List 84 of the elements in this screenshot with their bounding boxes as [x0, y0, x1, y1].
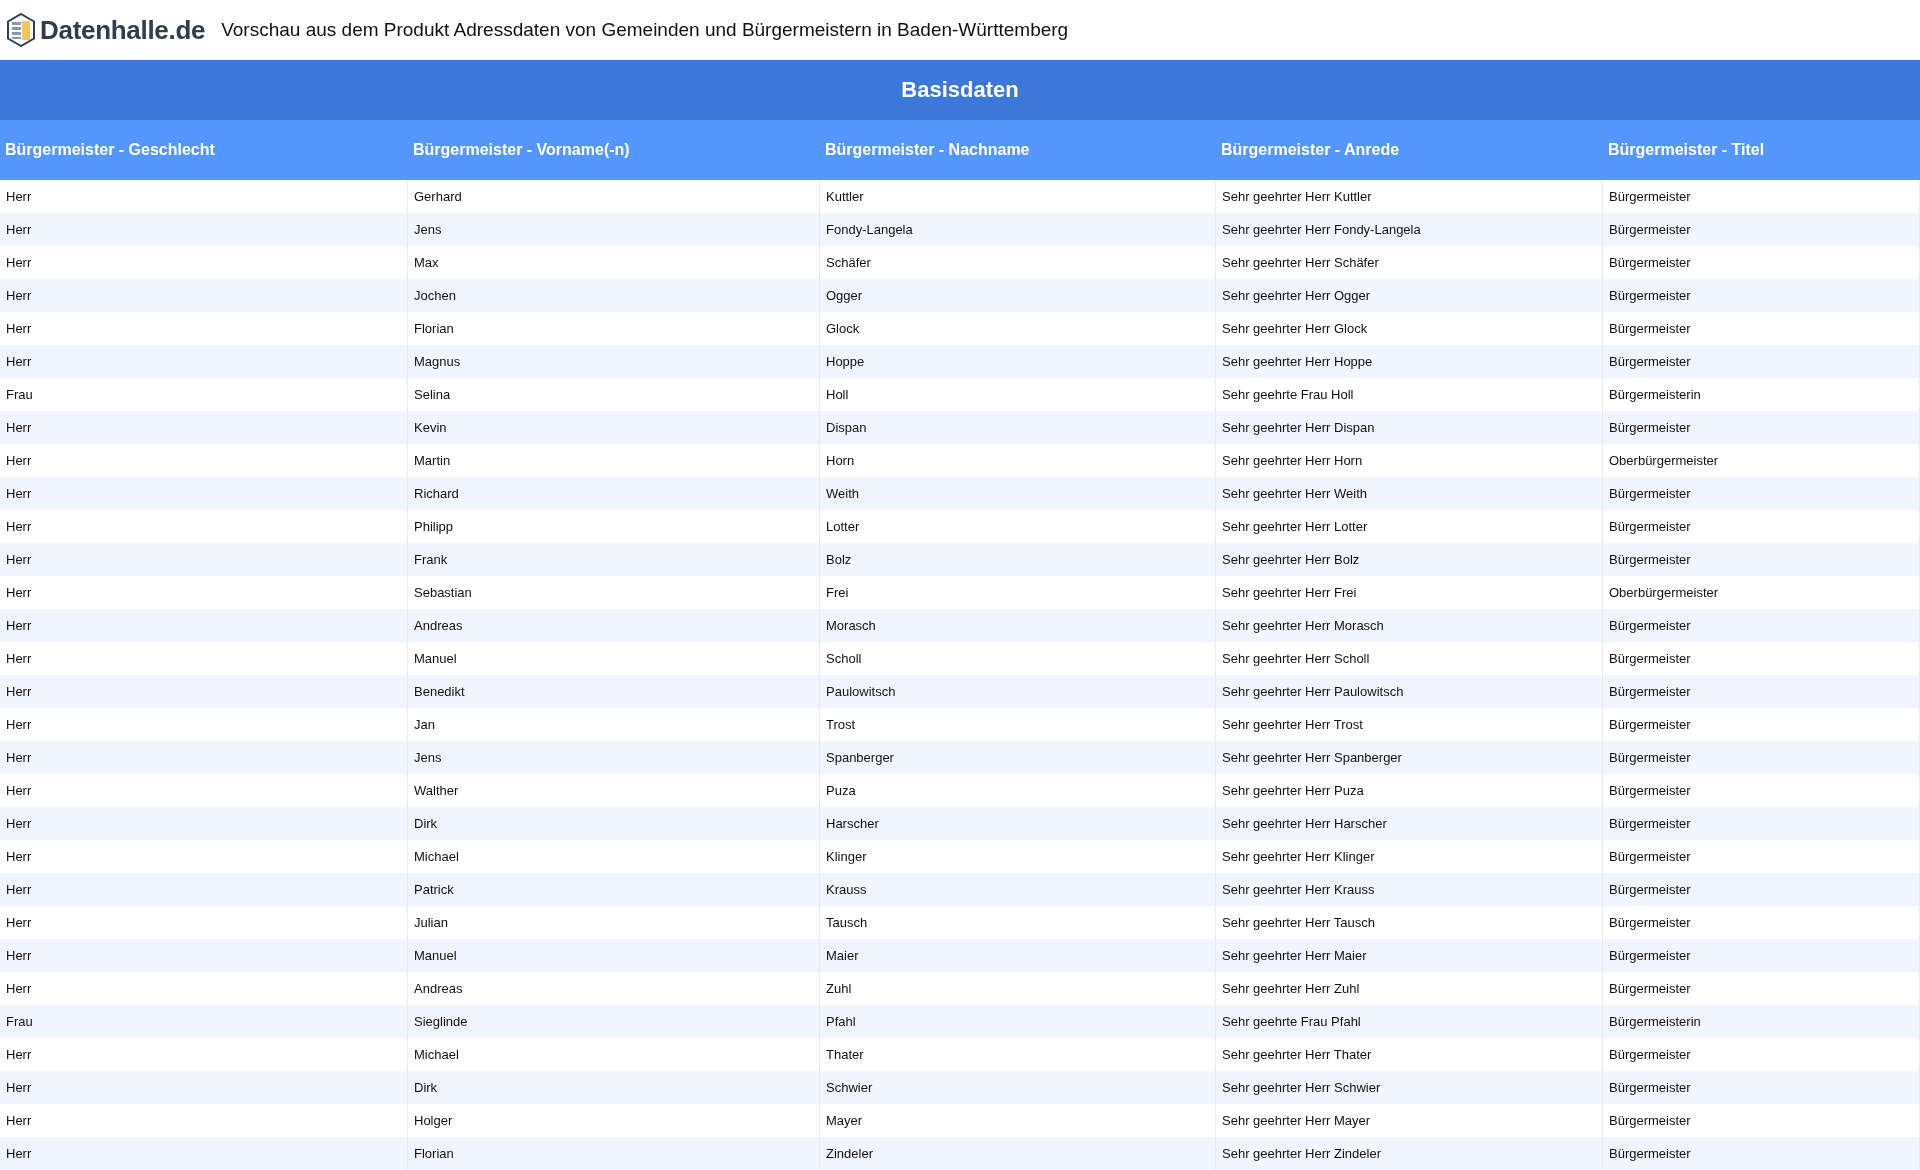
- table-cell: Bürgermeisterin: [1603, 1005, 1920, 1038]
- table-cell: Magnus: [408, 345, 820, 378]
- table-cell: Bürgermeister: [1603, 609, 1920, 642]
- table-cell: Sehr geehrter Herr Weith: [1216, 477, 1603, 510]
- table-cell: Ogger: [820, 279, 1216, 312]
- table-cell: Herr: [0, 873, 408, 906]
- table-cell: Bürgermeister: [1603, 1071, 1920, 1104]
- column-header: Bürgermeister - Anrede: [1216, 120, 1603, 180]
- table-cell: Florian: [408, 1137, 820, 1170]
- table-cell: Zindeler: [820, 1137, 1216, 1170]
- table-cell: Weith: [820, 477, 1216, 510]
- table-cell: Patrick: [408, 873, 820, 906]
- table-cell: Harscher: [820, 807, 1216, 840]
- table-cell: Bürgermeister: [1603, 543, 1920, 576]
- table-cell: Bürgermeister: [1603, 279, 1920, 312]
- table-cell: Sieglinde: [408, 1005, 820, 1038]
- table-cell: Dirk: [408, 1071, 820, 1104]
- table-cell: Sehr geehrter Herr Ogger: [1216, 279, 1603, 312]
- table-cell: Sehr geehrter Herr Hoppe: [1216, 345, 1603, 378]
- table-cell: Sehr geehrter Herr Harscher: [1216, 807, 1603, 840]
- table-cell: Herr: [0, 543, 408, 576]
- table-cell: Herr: [0, 939, 408, 972]
- column-header: Bürgermeister - Vorname(-n): [408, 120, 820, 180]
- table-cell: Dispan: [820, 411, 1216, 444]
- table-cell: Bürgermeister: [1603, 345, 1920, 378]
- table-cell: Bürgermeister: [1603, 1137, 1920, 1170]
- table-cell: Fondy-Langela: [820, 213, 1216, 246]
- table-cell: Herr: [0, 411, 408, 444]
- table-cell: Pfahl: [820, 1005, 1216, 1038]
- table-cell: Sehr geehrter Herr Zindeler: [1216, 1137, 1603, 1170]
- table-cell: Bürgermeister: [1603, 411, 1920, 444]
- table-cell: Sehr geehrter Herr Krauss: [1216, 873, 1603, 906]
- table-cell: Manuel: [408, 939, 820, 972]
- table-cell: Hoppe: [820, 345, 1216, 378]
- page-title: Vorschau aus dem Produkt Adressdaten von Gemeinden und Bürgermeistern in Baden-Württemberg: [221, 19, 1069, 41]
- table-cell: Sehr geehrter Herr Spanberger: [1216, 741, 1603, 774]
- table-cell: Herr: [0, 741, 408, 774]
- table-cell: Jens: [408, 213, 820, 246]
- table-cell: Bürgermeister: [1603, 477, 1920, 510]
- table-cell: Bürgermeister: [1603, 741, 1920, 774]
- column-header: Bürgermeister - Geschlecht: [0, 120, 408, 180]
- table-cell: Schwier: [820, 1071, 1216, 1104]
- table-cell: Sehr geehrter Herr Bolz: [1216, 543, 1603, 576]
- table-caption: Basisdaten: [0, 60, 1920, 120]
- table-cell: Bürgermeister: [1603, 807, 1920, 840]
- table-cell: Sehr geehrter Herr Maier: [1216, 939, 1603, 972]
- table-cell: Krauss: [820, 873, 1216, 906]
- table-cell: Herr: [0, 609, 408, 642]
- table-cell: Bürgermeister: [1603, 675, 1920, 708]
- table-cell: Sehr geehrter Herr Schwier: [1216, 1071, 1603, 1104]
- table-cell: Bolz: [820, 543, 1216, 576]
- table-cell: Paulowitsch: [820, 675, 1216, 708]
- table-cell: Benedikt: [408, 675, 820, 708]
- table-cell: Sehr geehrter Herr Paulowitsch: [1216, 675, 1603, 708]
- table-cell: Bürgermeister: [1603, 873, 1920, 906]
- table-cell: Sehr geehrte Frau Pfahl: [1216, 1005, 1603, 1038]
- table-cell: Herr: [0, 477, 408, 510]
- logo-text[interactable]: Datenhalle.de: [40, 14, 206, 46]
- table-cell: Sehr geehrter Herr Morasch: [1216, 609, 1603, 642]
- table-cell: Frank: [408, 543, 820, 576]
- table-cell: Morasch: [820, 609, 1216, 642]
- table-cell: Frau: [0, 1005, 408, 1038]
- table-cell: Bürgermeister: [1603, 939, 1920, 972]
- table-cell: Herr: [0, 1071, 408, 1104]
- server-rack-logo-icon: [6, 13, 36, 47]
- table-cell: Herr: [0, 675, 408, 708]
- table-cell: Herr: [0, 279, 408, 312]
- table-cell: Sehr geehrter Herr Fondy-Langela: [1216, 213, 1603, 246]
- column-header: Bürgermeister - Titel: [1603, 120, 1920, 180]
- table-cell: Jochen: [408, 279, 820, 312]
- table-cell: Maier: [820, 939, 1216, 972]
- table-cell: Andreas: [408, 609, 820, 642]
- table-cell: Sehr geehrter Herr Dispan: [1216, 411, 1603, 444]
- table-cell: Dirk: [408, 807, 820, 840]
- table-cell: Herr: [0, 1137, 408, 1170]
- table-cell: Kevin: [408, 411, 820, 444]
- table-cell: Herr: [0, 345, 408, 378]
- table-cell: Richard: [408, 477, 820, 510]
- column-header: Bürgermeister - Nachname: [820, 120, 1216, 180]
- table-cell: Bürgermeister: [1603, 213, 1920, 246]
- table-cell: Herr: [0, 213, 408, 246]
- table-cell: Herr: [0, 807, 408, 840]
- table-cell: Spanberger: [820, 741, 1216, 774]
- table-cell: Jens: [408, 741, 820, 774]
